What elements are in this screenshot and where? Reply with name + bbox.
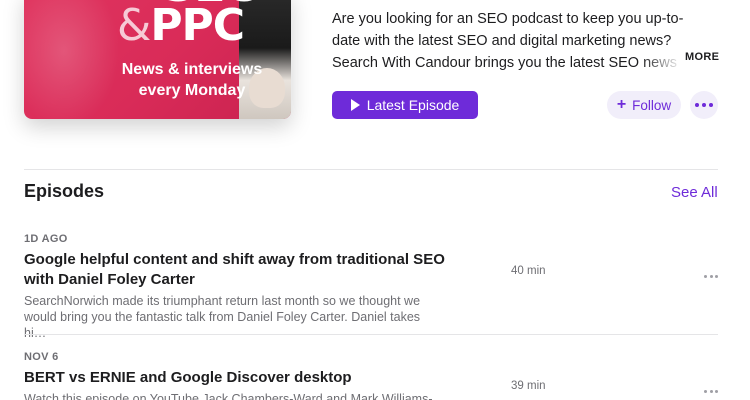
artwork-tagline-2: every Monday — [138, 82, 246, 99]
episode-more-button[interactable] — [704, 275, 718, 278]
artwork-amp: & — [117, 0, 151, 51]
episode-title[interactable]: BERT vs ERNIE and Google Discover deskto… — [24, 368, 454, 388]
ellipsis-icon — [709, 390, 713, 393]
plus-icon: + — [616, 96, 627, 113]
episode-description: Watch this episode on YouTube Jack Chamb… — [24, 392, 433, 400]
episode-row[interactable]: NOV 6 BERT vs ERNIE and Google Discover … — [24, 351, 718, 400]
episode-date: NOV 6 — [24, 351, 59, 363]
description-more-link[interactable]: MORE — [685, 51, 719, 63]
episode-row[interactable]: 1D AGO Google helpful content and shift … — [24, 233, 718, 341]
ellipsis-icon — [704, 390, 707, 393]
artwork-tagline: News & interviews every Monday — [112, 59, 272, 101]
episodes-heading: Episodes — [24, 181, 105, 201]
artwork-figure-shape — [24, 0, 124, 119]
latest-episode-label: Latest Episode — [366, 97, 460, 113]
follow-button[interactable]: + Follow — [607, 91, 681, 119]
artwork-ppc-text: &PPC — [117, 4, 245, 48]
latest-episode-button[interactable]: Latest Episode — [332, 91, 478, 119]
follow-label: Follow — [632, 97, 672, 113]
episode-title[interactable]: Google helpful content and shift away fr… — [24, 250, 454, 290]
artwork-tagline-1: News & interviews — [121, 61, 263, 78]
description-line-2: date with the latest SEO and digital mar… — [332, 33, 672, 49]
ellipsis-icon — [695, 103, 699, 107]
more-options-button[interactable] — [690, 91, 718, 119]
episode-duration: 40 min — [511, 265, 546, 277]
ellipsis-icon — [715, 390, 718, 393]
podcast-description: Are you looking for an SEO podcast to ke… — [332, 8, 722, 74]
episode-date: 1D AGO — [24, 233, 68, 245]
description-line-3-wrap: Search With Candour brings you the lates… — [332, 52, 682, 74]
description-line-1: Are you looking for an SEO podcast to ke… — [332, 11, 684, 27]
podcast-artwork: SEO &PPC News & interviews every Monday — [24, 0, 291, 119]
ellipsis-icon — [709, 275, 713, 278]
episode-more-button[interactable] — [704, 390, 718, 393]
episode-divider — [24, 334, 718, 335]
artwork-ppc-word: PPC — [150, 0, 245, 51]
see-all-link[interactable]: See All — [671, 184, 718, 201]
ellipsis-icon — [702, 103, 706, 107]
play-icon — [350, 99, 360, 111]
ellipsis-icon — [715, 275, 718, 278]
description-line-3: Search With Candour brings you the lates… — [332, 55, 677, 71]
ellipsis-icon — [704, 275, 707, 278]
episode-duration: 39 min — [511, 380, 546, 392]
description-fade — [642, 52, 682, 74]
section-divider — [24, 169, 718, 170]
ellipsis-icon — [709, 103, 713, 107]
